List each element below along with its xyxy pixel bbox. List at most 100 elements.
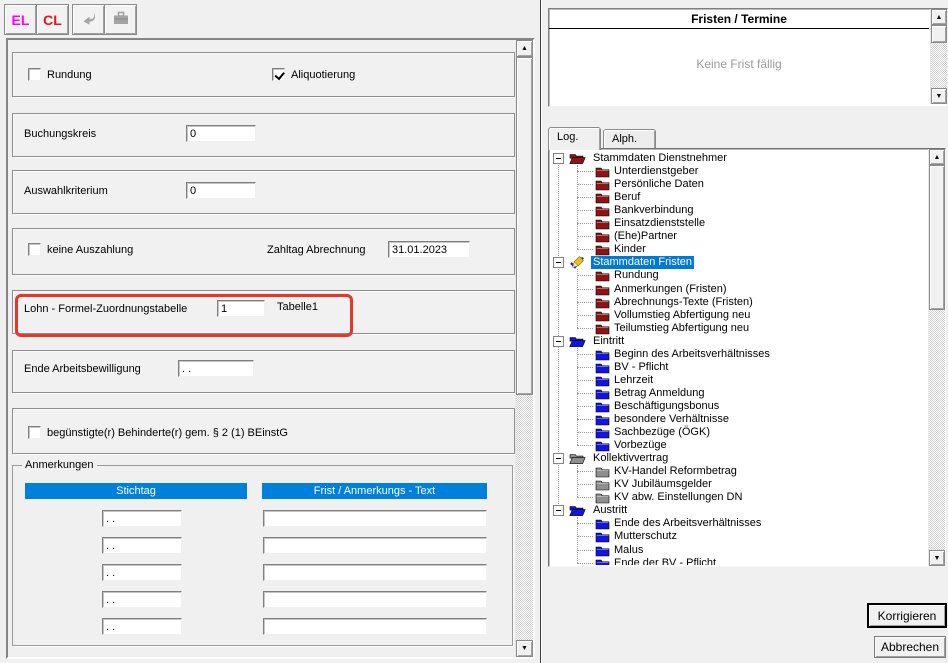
folder-icon xyxy=(595,296,610,309)
tree-item[interactable]: Vollumstieg Abfertigung neu xyxy=(550,309,927,322)
aliquotierung-checkbox[interactable] xyxy=(272,68,285,81)
frist-text-input[interactable] xyxy=(263,564,487,581)
tree-item-label: KV-Handel Reformbetrag xyxy=(612,465,739,478)
scrollbar-thumb[interactable] xyxy=(516,57,533,395)
briefcase-button-disabled[interactable] xyxy=(104,4,137,35)
panel-divider-highlight xyxy=(541,0,542,663)
tree-item-label: Lehrzeit xyxy=(612,374,655,387)
tree-item[interactable]: Stammdaten Dienstnehmer xyxy=(550,152,927,165)
tree-item[interactable]: Persönliche Daten xyxy=(550,178,927,191)
folder-icon xyxy=(595,387,610,400)
stichtag-input[interactable] xyxy=(102,618,182,635)
cl-button[interactable]: CL xyxy=(36,4,69,35)
keine-auszahlung-checkbox[interactable] xyxy=(28,243,41,256)
ende-arbeitsbewilligung-input[interactable] xyxy=(178,360,254,377)
zahltag-label: Zahltag Abrechnung xyxy=(267,244,365,256)
scrollbar-up-button[interactable]: ▲ xyxy=(516,40,533,57)
tree-item[interactable]: Austritt xyxy=(550,504,927,517)
scrollbar-down-button[interactable]: ▼ xyxy=(516,640,533,657)
scrollbar-down-button[interactable]: ▼ xyxy=(931,88,947,104)
frist-text-input[interactable] xyxy=(263,591,487,608)
auswahlkriterium-input[interactable] xyxy=(186,182,256,199)
tree-item[interactable]: (Ehe)Partner xyxy=(550,230,927,243)
tree-item[interactable]: Stammdaten Fristen xyxy=(550,256,927,269)
tree-item[interactable]: Kollektivvertrag xyxy=(550,452,927,465)
tree-item-label: Stammdaten Fristen xyxy=(591,256,694,269)
frist-text-header-label: Frist / Anmerkungs - Text xyxy=(314,485,435,497)
tree-expander-minus[interactable] xyxy=(553,505,564,516)
folder-open-icon xyxy=(569,335,586,348)
tree-item[interactable]: KV abw. Einstellungen DN xyxy=(550,491,927,504)
tree-scrollbar[interactable]: ▲ ▼ xyxy=(928,149,945,566)
tree-item[interactable]: Beginn des Arbeitsverhältnisses xyxy=(550,348,927,361)
tree-item[interactable]: KV Jubiläumsgelder xyxy=(550,478,927,491)
folder-icon xyxy=(595,413,610,426)
tree-item-label: Austritt xyxy=(591,504,629,517)
tree-item[interactable]: Ende der BV - Pflicht xyxy=(550,557,927,565)
frist-text-input[interactable] xyxy=(263,618,487,635)
tree-item[interactable]: Kinder xyxy=(550,243,927,256)
buchungskreis-input[interactable] xyxy=(186,125,256,142)
zahltag-input[interactable] xyxy=(388,241,470,258)
stichtag-input[interactable] xyxy=(102,564,182,581)
tree-item[interactable]: Teilumstieg Abfertigung neu xyxy=(550,322,927,335)
tree-item[interactable]: Rundung xyxy=(550,269,927,282)
form-scrollbar[interactable]: ▲ ▼ xyxy=(515,40,533,657)
tree-item[interactable]: Abrechnungs-Texte (Fristen) xyxy=(550,296,927,309)
undo-button-disabled[interactable] xyxy=(72,4,105,35)
tree-expander-minus[interactable] xyxy=(553,453,564,464)
korrigieren-button[interactable]: Korrigieren xyxy=(868,604,946,627)
tree-item[interactable]: besondere Verhältnisse xyxy=(550,413,927,426)
frist-text-input[interactable] xyxy=(263,537,487,554)
scrollbar-thumb[interactable] xyxy=(931,25,947,43)
tab-alph[interactable]: Alph. xyxy=(603,129,656,148)
tree-item[interactable]: Eintritt xyxy=(550,335,927,348)
tree-item[interactable]: Anmerkungen (Fristen) xyxy=(550,283,927,296)
folder-icon xyxy=(595,439,610,452)
stichtag-input[interactable] xyxy=(102,591,182,608)
folder-icon xyxy=(595,322,610,335)
tree-item[interactable]: Lehrzeit xyxy=(550,374,927,387)
scrollbar-up-button[interactable]: ▲ xyxy=(929,149,945,165)
tree-item-label: Unterdienstgeber xyxy=(612,165,700,178)
tree-item[interactable]: Sachbezüge (ÖGK) xyxy=(550,426,927,439)
buchungskreis-label: Buchungskreis xyxy=(24,128,96,140)
tree-expander-minus[interactable] xyxy=(553,153,564,164)
tree-item[interactable]: Beschäftigungsbonus xyxy=(550,400,927,413)
tree-item[interactable]: KV-Handel Reformbetrag xyxy=(550,465,927,478)
stichtag-input[interactable] xyxy=(102,510,182,527)
folder-icon xyxy=(595,178,610,191)
tree-item[interactable]: Einsatzdienststelle xyxy=(550,217,927,230)
tree-item-label: Einsatzdienststelle xyxy=(612,217,707,230)
scrollbar-down-button[interactable]: ▼ xyxy=(929,550,945,566)
folder-icon xyxy=(595,361,610,374)
tab-log[interactable]: Log. xyxy=(548,127,601,150)
tree-item[interactable]: Mutterschutz xyxy=(550,530,927,543)
frist-text-input[interactable] xyxy=(263,510,487,527)
lohn-formel-input[interactable] xyxy=(217,300,265,317)
tree-item[interactable]: Unterdienstgeber xyxy=(550,165,927,178)
tree-item[interactable]: BV - Pflicht xyxy=(550,361,927,374)
el-button[interactable]: EL xyxy=(4,4,37,35)
tree-item[interactable]: Vorbezüge xyxy=(550,439,927,452)
tree-item[interactable]: Malus xyxy=(550,544,927,557)
behinderte-checkbox[interactable] xyxy=(28,426,41,439)
scrollbar-thumb[interactable] xyxy=(929,165,945,310)
tree-item[interactable]: Beruf xyxy=(550,191,927,204)
fristen-scrollbar[interactable]: ▲ ▼ xyxy=(930,9,947,104)
tree-item[interactable]: Bankverbindung xyxy=(550,204,927,217)
abbrechen-button[interactable]: Abbrechen xyxy=(874,636,946,658)
tree-expander-minus[interactable] xyxy=(553,257,564,268)
rundung-checkbox[interactable] xyxy=(28,68,41,81)
folder-icon xyxy=(595,191,610,204)
tree-item-label: Beschäftigungsbonus xyxy=(612,400,721,413)
tree-expander-minus[interactable] xyxy=(553,336,564,347)
folder-icon xyxy=(595,517,610,530)
folder-icon xyxy=(595,478,610,491)
stichtag-input[interactable] xyxy=(102,537,182,554)
tree-item[interactable]: Ende des Arbeitsverhältnisses xyxy=(550,517,927,530)
scrollbar-up-button[interactable]: ▲ xyxy=(931,9,947,25)
tree-item-label: Vollumstieg Abfertigung neu xyxy=(612,309,752,322)
keine-auszahlung-label: keine Auszahlung xyxy=(47,244,133,256)
tree-item[interactable]: Betrag Anmeldung xyxy=(550,387,927,400)
